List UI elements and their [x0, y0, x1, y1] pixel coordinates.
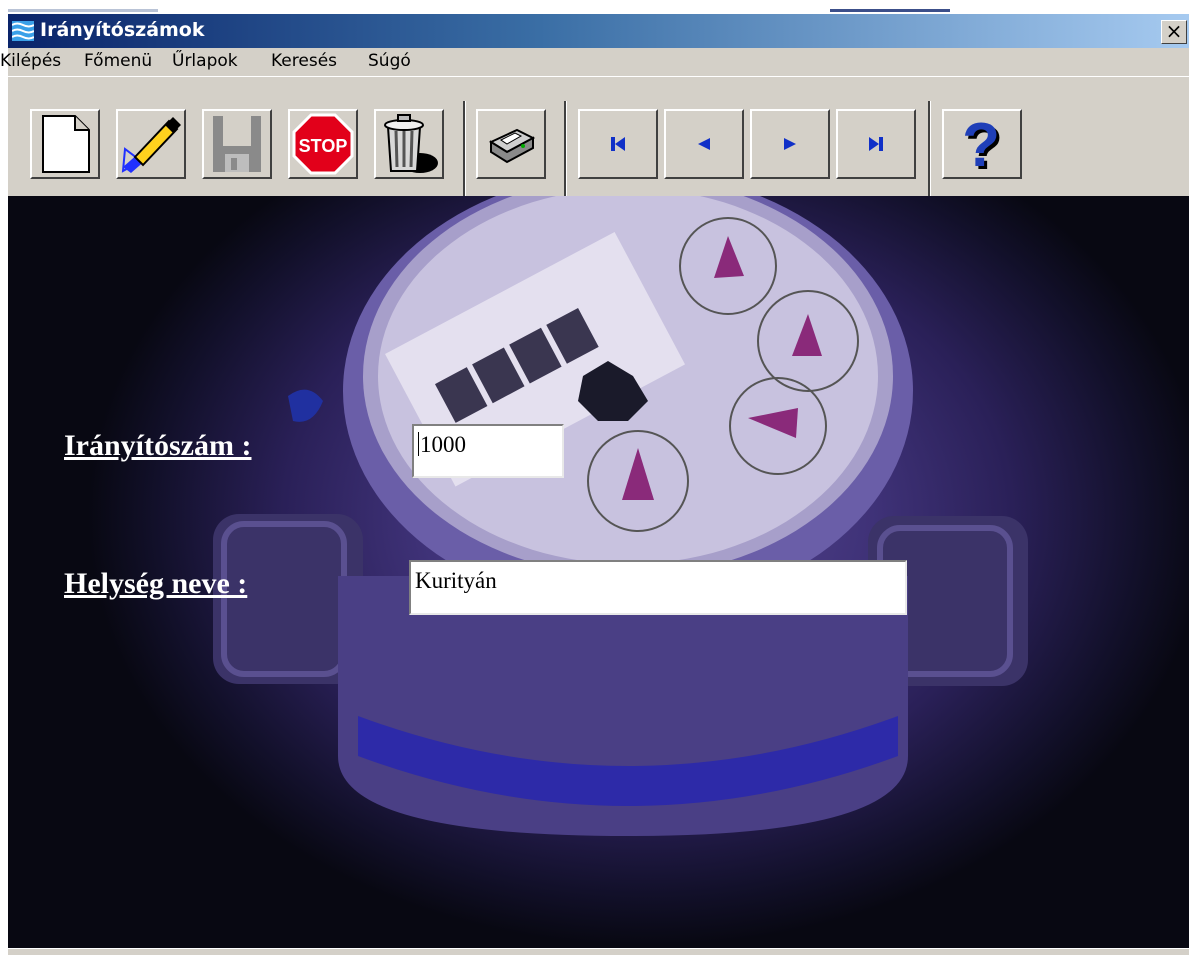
toolbar-separator: [928, 101, 931, 199]
new-document-icon: [42, 115, 90, 173]
app-window: Irányítószámok × Kilépés Főmenü Űrlapok …: [0, 14, 1189, 955]
top-strip-segment: [830, 9, 950, 12]
toolbar-separator: [564, 101, 567, 199]
help-icon: ? ?: [962, 113, 1003, 175]
new-record-button[interactable]: [30, 109, 100, 179]
first-record-icon: [611, 137, 625, 151]
next-record-icon: [784, 138, 796, 150]
text-caret: [418, 432, 419, 456]
close-icon: ×: [1165, 19, 1183, 43]
stop-button[interactable]: STOP: [288, 109, 358, 179]
stop-icon: STOP: [292, 113, 354, 175]
edit-record-button[interactable]: [116, 109, 186, 179]
zip-code-value: 1000: [420, 432, 466, 457]
stop-label: STOP: [299, 136, 348, 156]
trash-icon: [384, 114, 438, 173]
first-record-button[interactable]: [578, 109, 658, 179]
next-record-button[interactable]: [750, 109, 830, 179]
window-title: Irányítószámok: [40, 19, 205, 41]
print-button[interactable]: [476, 109, 546, 179]
save-button[interactable]: [202, 109, 272, 179]
menu-item-kereses[interactable]: Keresés: [271, 51, 337, 71]
city-name-label: Helység neve :: [64, 567, 248, 600]
toolbar: STOP ? ?: [8, 76, 1189, 199]
zip-code-input[interactable]: 1000: [412, 424, 564, 478]
menu-item-fomenu[interactable]: Főmenü: [84, 51, 152, 71]
last-record-icon: [869, 137, 883, 151]
form-area: Irányítószám : 1000 Helység neve : Kurit…: [8, 196, 1189, 948]
zip-code-label: Irányítószám :: [64, 429, 252, 462]
previous-record-icon: [698, 138, 710, 150]
menu-item-kilepes[interactable]: Kilépés: [0, 51, 61, 71]
city-name-input[interactable]: Kurityán: [409, 560, 907, 615]
previous-record-button[interactable]: [664, 109, 744, 179]
city-name-value: Kurityán: [415, 568, 497, 593]
save-disk-icon: [213, 116, 261, 172]
menu-item-urlapok[interactable]: Űrlapok: [172, 51, 238, 71]
toolbar-separator: [463, 101, 466, 199]
delete-button[interactable]: [374, 109, 444, 179]
print-icon: [488, 128, 536, 164]
menu-item-sugo[interactable]: Súgó: [368, 51, 411, 71]
title-bar[interactable]: Irányítószámok ×: [8, 14, 1189, 48]
close-button[interactable]: ×: [1161, 20, 1187, 44]
menu-bar: Kilépés Főmenü Űrlapok Keresés Súgó: [0, 48, 1189, 76]
help-button[interactable]: ? ?: [942, 109, 1022, 179]
last-record-button[interactable]: [836, 109, 916, 179]
help-label: ?: [962, 113, 1000, 175]
top-strip: [0, 0, 1189, 14]
edit-pen-icon: [121, 117, 181, 173]
app-waves-icon: [12, 21, 34, 41]
top-strip-segment: [8, 9, 158, 12]
